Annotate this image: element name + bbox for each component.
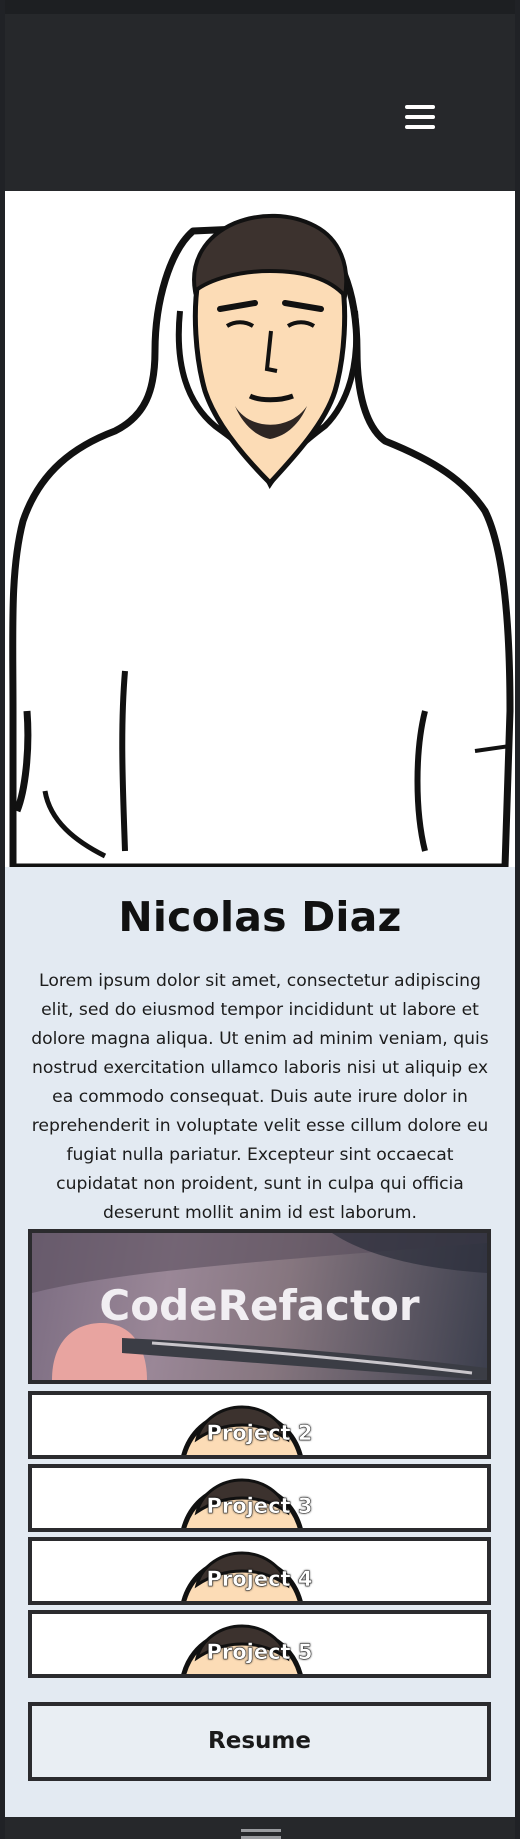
project-card-5[interactable]: Project 5 — [28, 1610, 491, 1678]
project-card-3[interactable]: Project 3 — [28, 1464, 491, 1532]
project-card-coderefactor[interactable]: CodeRefactor — [28, 1229, 491, 1384]
project-card-title: Project 3 — [206, 1494, 313, 1518]
resume-button[interactable]: Resume — [28, 1702, 491, 1781]
project-card-4[interactable]: Project 4 — [28, 1537, 491, 1605]
project-card-title: Project 5 — [206, 1640, 313, 1664]
project-card-title: Project 2 — [206, 1421, 313, 1445]
project-card-title: CodeRefactor — [99, 1281, 420, 1330]
profile-bio: Lorem ipsum dolor sit amet, consectetur … — [31, 971, 489, 1223]
menu-bar-bottom — [405, 125, 435, 129]
menu-bar-top — [405, 105, 435, 109]
profile-illustration — [5, 191, 515, 867]
menu-bar-middle — [405, 115, 435, 119]
profile-content: Nicolas Diaz Lorem ipsum dolor sit amet,… — [5, 867, 515, 1817]
project-card-title: Project 4 — [206, 1567, 313, 1591]
project-card-2[interactable]: Project 2 — [28, 1391, 491, 1459]
navbar — [5, 0, 515, 191]
hamburger-menu-icon[interactable] — [402, 94, 438, 132]
profile-name: Nicolas Diaz — [118, 893, 402, 941]
hoodie-portrait-image — [9, 213, 514, 867]
footer-menu-icon[interactable] — [241, 1829, 281, 1839]
page-frame: Nicolas Diaz Lorem ipsum dolor sit amet,… — [5, 0, 515, 1839]
footer — [5, 1817, 515, 1839]
